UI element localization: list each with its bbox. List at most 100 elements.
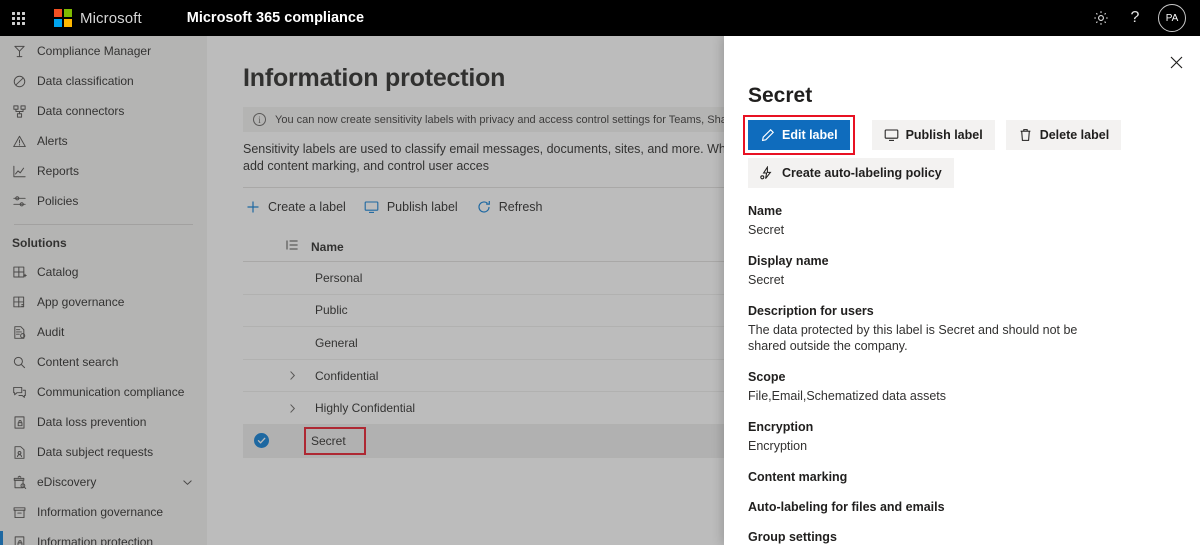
pencil-icon	[760, 128, 775, 143]
help-icon[interactable]: ?	[1118, 0, 1152, 36]
sidebar-item-app-governance[interactable]: App governance	[0, 287, 207, 317]
panel-field-value: The data protected by this label is Secr…	[748, 322, 1116, 354]
edit-label-highlight-box: Edit label	[745, 117, 853, 153]
sidebar-item-data-subject-requests[interactable]: Data subject requests	[0, 437, 207, 467]
sidebar-item-label: Policies	[37, 194, 78, 208]
label-name-text[interactable]: Public	[311, 301, 352, 319]
panel-field-label: Description for users	[748, 304, 1176, 318]
create-auto-labeling-policy-text: Create auto-labeling policy	[782, 166, 942, 180]
sidebar-group-top: Compliance Manager Data classification Dat…	[0, 36, 207, 216]
panel-field: EncryptionEncryption	[748, 420, 1176, 454]
panel-field: Description for users The data protected …	[748, 304, 1176, 354]
microsoft-logo-icon	[54, 9, 72, 27]
close-icon[interactable]	[1160, 46, 1192, 78]
sidebar-group-solutions: Catalog App governanceAuditContent search…	[0, 257, 207, 545]
alerts-icon	[12, 133, 34, 149]
delete-label-button[interactable]: Delete label	[1006, 120, 1121, 150]
publish-label-label: Publish label	[387, 200, 458, 214]
sidebar-item-compliance-manager[interactable]: Compliance Manager	[0, 36, 207, 66]
sidebar-item-data-classification[interactable]: Data classification	[0, 66, 207, 96]
sidebar-item-policies[interactable]: Policies	[0, 186, 207, 216]
panel-field-value: Secret	[748, 272, 1116, 288]
panel-action-secondary-row: Create auto-labeling policy	[724, 150, 1200, 188]
label-name-text[interactable]: General	[311, 334, 362, 352]
avatar[interactable]: PA	[1158, 4, 1186, 32]
publish-label-panel-button[interactable]: Publish label	[872, 120, 995, 150]
label-name-text[interactable]: Personal	[311, 269, 366, 287]
refresh-button[interactable]: Refresh	[474, 192, 553, 222]
label-name-highlight-box[interactable]: Secret	[306, 429, 364, 453]
ediscovery-icon	[12, 474, 34, 490]
delete-label-text: Delete label	[1040, 128, 1109, 142]
sidebar-item-label: Data subject requests	[37, 445, 153, 459]
panel-field: Auto-labeling for files and emails	[748, 500, 1176, 514]
sidebar-item-label: Data classification	[37, 74, 134, 88]
sidebar-item-content-search[interactable]: Content search	[0, 347, 207, 377]
publish-label-button[interactable]: Publish label	[362, 192, 468, 222]
information-governance-icon	[12, 504, 34, 520]
reports-icon	[12, 163, 34, 179]
refresh-icon	[476, 199, 492, 215]
publish-label-panel-text: Publish label	[906, 128, 983, 142]
chevron-down-icon[interactable]	[182, 477, 193, 488]
sidebar-item-label: Information governance	[37, 505, 163, 519]
data-loss-prevention-icon	[12, 414, 34, 430]
panel-field-label: Scope	[748, 370, 1176, 384]
label-details-panel: Secret Edit label Publish label	[724, 36, 1200, 545]
sidebar-item-information-governance[interactable]: Information governance	[0, 497, 207, 527]
publish-icon	[364, 199, 380, 215]
table-header-options-icon-cell[interactable]	[279, 239, 306, 254]
create-a-label-button[interactable]: Create a label	[243, 192, 356, 222]
sidebar-item-catalog[interactable]: Catalog	[0, 257, 207, 287]
row-select-checkbox[interactable]	[243, 433, 279, 448]
sidebar-item-label: Data connectors	[37, 104, 124, 118]
sidebar-item-communication-compliance[interactable]: Communication compliance	[0, 377, 207, 407]
label-name-text[interactable]: Highly Confidential	[311, 399, 419, 417]
sidebar-item-label: Information protection	[37, 535, 153, 545]
data-subject-requests-icon	[12, 444, 34, 460]
refresh-label: Refresh	[499, 200, 543, 214]
row-expand-chevron-right-icon[interactable]	[279, 403, 306, 414]
sidebar-item-reports[interactable]: Reports	[0, 156, 207, 186]
gear-icon[interactable]	[1084, 0, 1118, 36]
waffle-icon	[12, 12, 25, 25]
sidebar-item-information-protection[interactable]: Information protection	[0, 527, 207, 545]
search-icon	[12, 354, 34, 370]
panel-field: NameSecret	[748, 204, 1176, 238]
auto-label-icon	[760, 166, 775, 181]
data-connectors-icon	[12, 103, 34, 119]
plus-icon	[245, 199, 261, 215]
panel-field: Group settings	[748, 530, 1176, 544]
microsoft-logo[interactable]: Microsoft	[54, 9, 142, 27]
compliance-manager-icon	[12, 43, 34, 59]
microsoft-wordmark: Microsoft	[80, 10, 142, 27]
create-auto-labeling-policy-button[interactable]: Create auto-labeling policy	[748, 158, 954, 188]
sidebar-item-label: Data loss prevention	[37, 415, 146, 429]
create-a-label-label: Create a label	[268, 200, 346, 214]
info-icon: i	[253, 113, 266, 126]
panel-field-value: Encryption	[748, 438, 1116, 454]
panel-field: Display name Secret	[748, 254, 1176, 288]
label-name-text[interactable]: Confidential	[311, 367, 382, 385]
sidebar-item-data-connectors[interactable]: Data connectors	[0, 96, 207, 126]
information-protection-icon	[12, 534, 34, 545]
sidebar-item-alerts[interactable]: Alerts	[0, 126, 207, 156]
sidebar-item-data-loss-prevention[interactable]: Data loss prevention	[0, 407, 207, 437]
sidebar-item-label: Reports	[37, 164, 79, 178]
panel-title: Secret	[724, 36, 1200, 108]
panel-field-label: Display name	[748, 254, 1176, 268]
sidebar-item-ediscovery[interactable]: eDiscovery	[0, 467, 207, 497]
sidebar-item-label: Communication compliance	[37, 385, 184, 399]
panel-fields: NameSecret Display name Secret Description …	[724, 188, 1200, 544]
sidebar-item-audit[interactable]: Audit	[0, 317, 207, 347]
app-launcher-button[interactable]	[0, 0, 36, 36]
panel-field-label: Group settings	[748, 530, 1176, 544]
row-expand-chevron-right-icon[interactable]	[279, 370, 306, 381]
panel-field-value: Secret	[748, 222, 1116, 238]
checkmark-icon	[254, 433, 269, 448]
edit-label-button[interactable]: Edit label	[748, 120, 850, 150]
sidebar-item-label: Catalog	[37, 265, 78, 279]
data-classification-icon	[12, 73, 34, 89]
publish-icon	[884, 128, 899, 143]
policies-icon	[12, 193, 34, 209]
